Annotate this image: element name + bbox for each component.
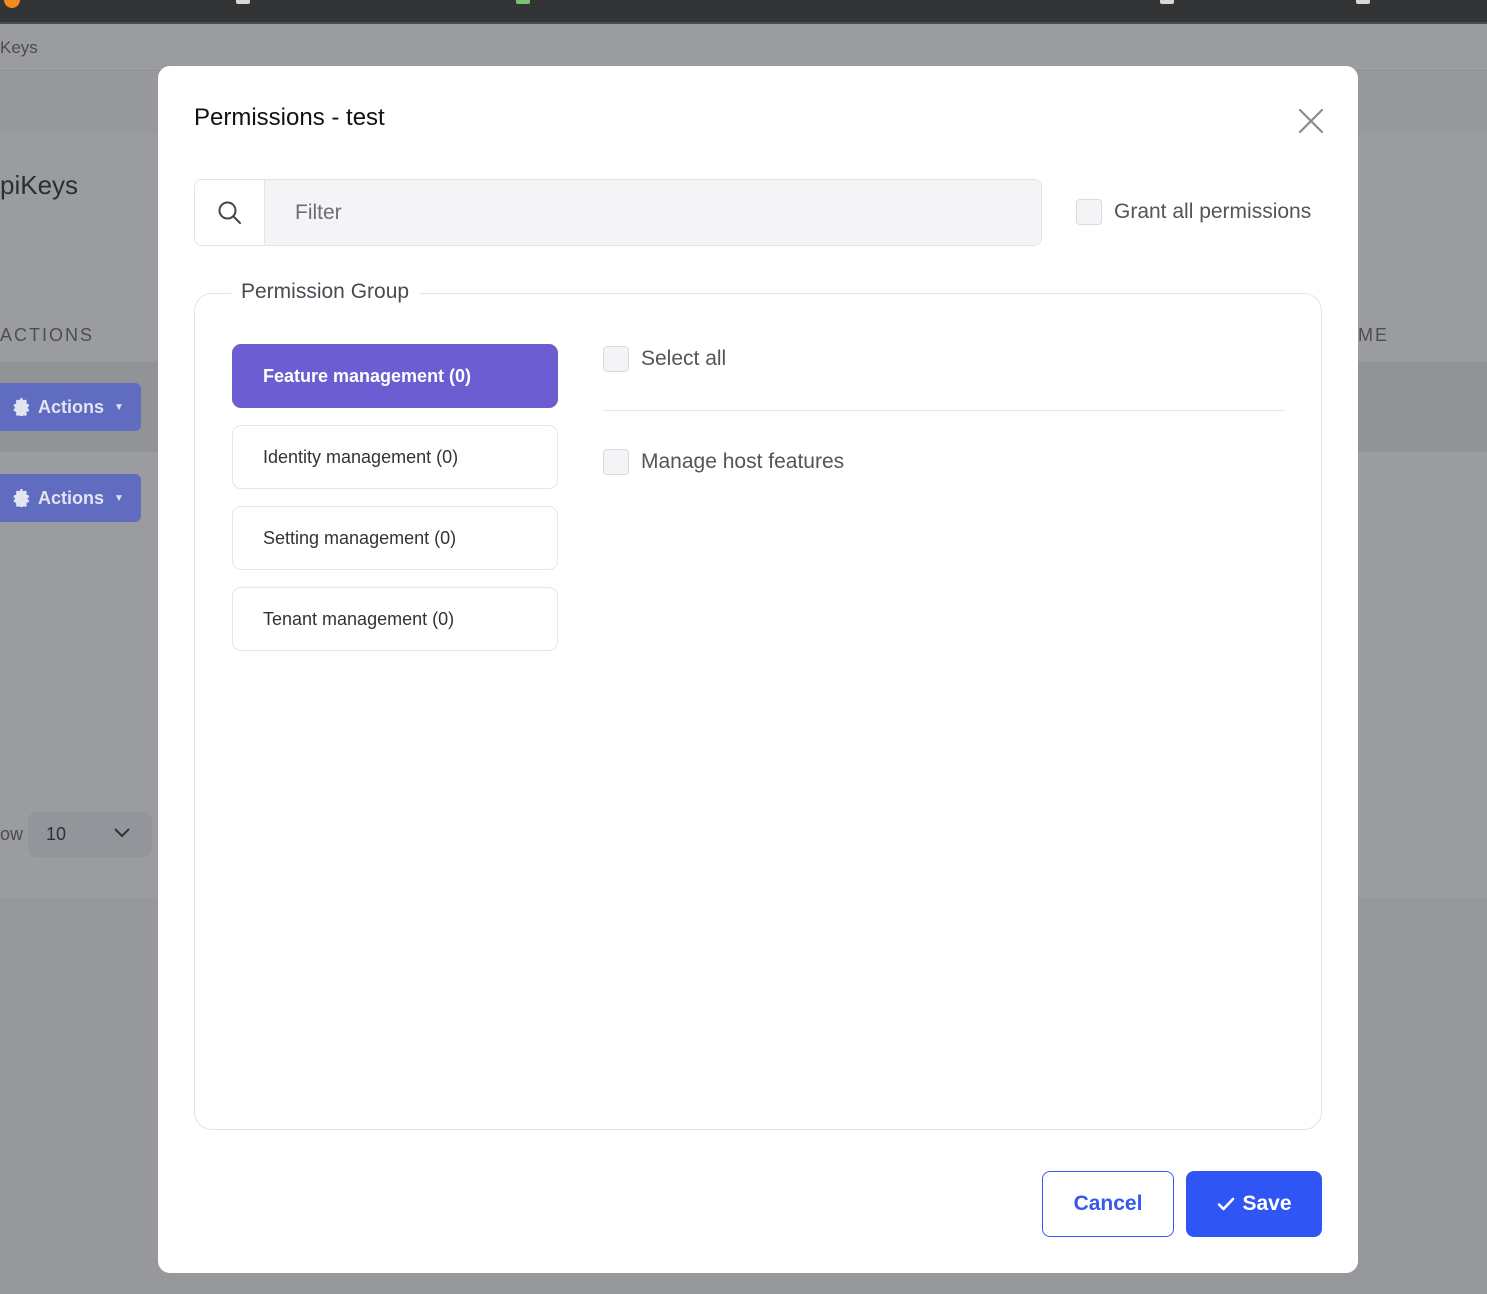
grant-all-permissions[interactable]: Grant all permissions — [1076, 199, 1311, 225]
permission-group-legend: Permission Group — [231, 280, 420, 304]
bookmark-icon — [236, 0, 250, 4]
background-breadcrumb: Keys — [0, 38, 38, 57]
group-item-feature-management[interactable]: Feature management (0) — [232, 344, 558, 408]
search-icon — [218, 201, 241, 224]
background-show-label: ow — [0, 824, 24, 844]
select-all-row[interactable]: Select all — [603, 346, 1285, 372]
modal-title: Permissions - test — [194, 104, 385, 131]
gear-icon — [13, 489, 30, 507]
close-button[interactable] — [1296, 106, 1326, 136]
chevron-down-icon — [114, 828, 130, 838]
save-button[interactable]: Save — [1186, 1171, 1322, 1237]
caret-down-icon: ▼ — [114, 492, 124, 504]
permissions-divider — [603, 410, 1285, 411]
browser-bookmark-bar — [0, 0, 1487, 24]
permission-group-nav: Feature management (0) Identity manageme… — [232, 344, 558, 668]
group-item-identity-management[interactable]: Identity management (0) — [232, 425, 558, 489]
permission-label: Manage host features — [641, 450, 845, 473]
cancel-button[interactable]: Cancel — [1042, 1171, 1174, 1237]
background-page-title: piKeys — [0, 170, 79, 200]
actions-label: Actions — [38, 396, 105, 417]
actions-label: Actions — [38, 487, 105, 508]
group-item-setting-management[interactable]: Setting management (0) — [232, 506, 558, 570]
check-icon — [1218, 1197, 1235, 1211]
bookmark-icon — [1356, 0, 1370, 4]
gear-icon — [13, 398, 30, 416]
save-label: Save — [1242, 1192, 1292, 1215]
permission-group-fieldset: Permission Group Feature management (0) … — [194, 280, 1322, 1130]
permissions-panel: Select all Manage host features — [603, 346, 1285, 475]
grant-all-checkbox[interactable] — [1076, 199, 1102, 225]
caret-down-icon: ▼ — [114, 401, 124, 413]
filter-group — [194, 179, 1042, 246]
manage-host-features-checkbox[interactable] — [603, 449, 629, 475]
background-col-actions: ACTIONS — [0, 325, 95, 345]
search-addon — [195, 180, 265, 245]
group-item-tenant-management[interactable]: Tenant management (0) — [232, 587, 558, 651]
background-actions-button: Actions ▼ — [0, 474, 141, 522]
bookmark-icon — [1160, 0, 1174, 4]
select-all-label: Select all — [641, 347, 727, 370]
filter-input[interactable] — [265, 180, 1041, 245]
select-all-checkbox[interactable] — [603, 346, 629, 372]
page-size-value: 10 — [46, 824, 67, 844]
permission-row-manage-host-features[interactable]: Manage host features — [603, 449, 1285, 475]
background-page-size-select: 10 — [28, 812, 152, 857]
close-icon — [1298, 108, 1324, 134]
bookmark-icon — [516, 0, 530, 4]
background-actions-button: Actions ▼ — [0, 383, 141, 431]
grant-all-label: Grant all permissions — [1114, 200, 1312, 223]
permissions-modal: Permissions - test Grant all permissions… — [158, 66, 1358, 1273]
background-col-name: ME — [1358, 325, 1389, 345]
bookmark-favicon — [4, 0, 20, 8]
